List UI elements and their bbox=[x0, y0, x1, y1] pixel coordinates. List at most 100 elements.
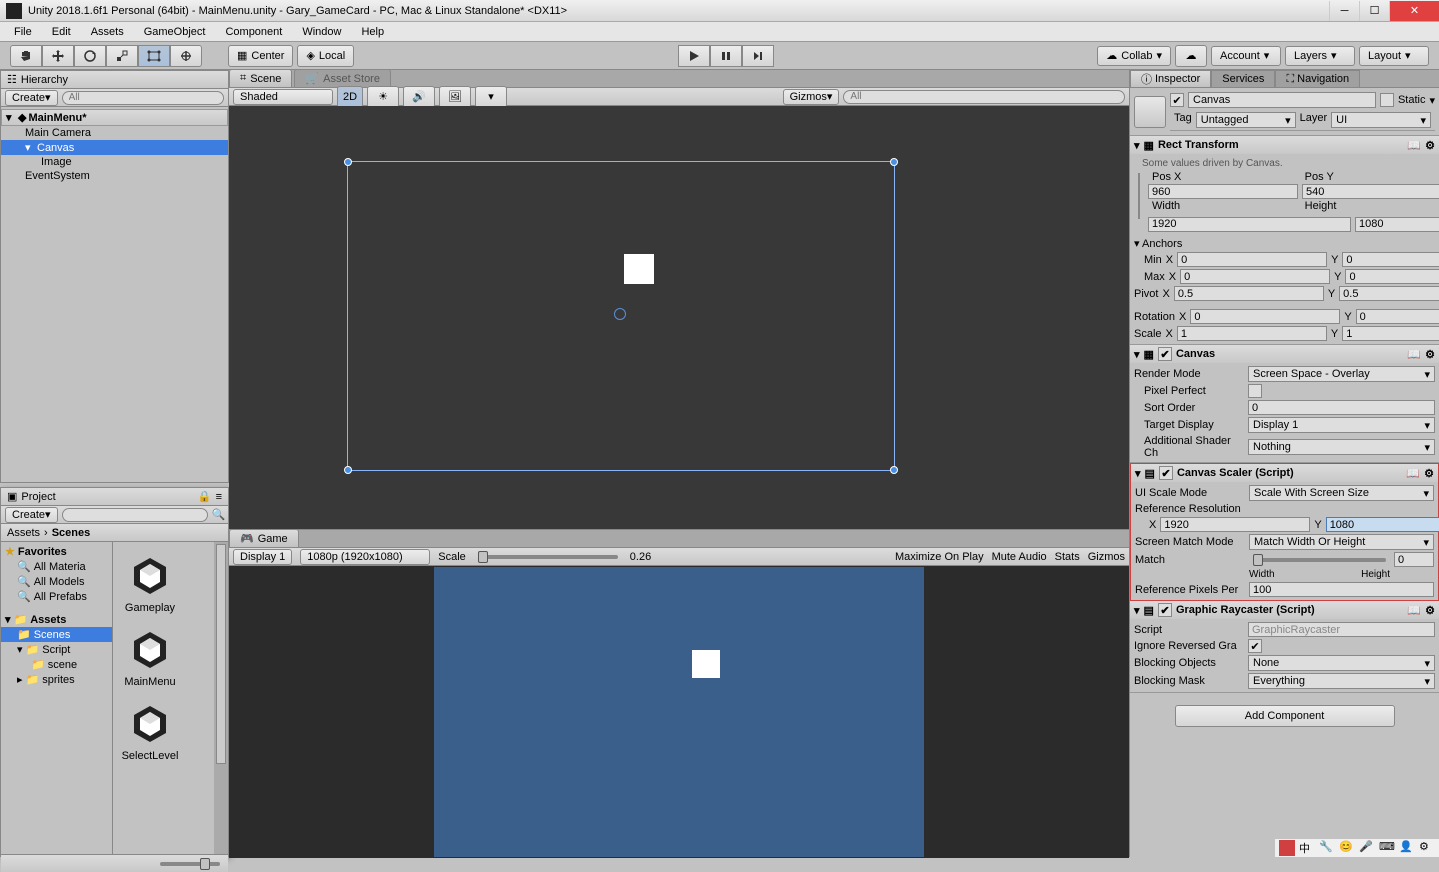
resolution-dropdown[interactable]: 1080p (1920x1080) bbox=[300, 549, 430, 565]
slider-thumb[interactable] bbox=[200, 858, 210, 870]
tray-icon[interactable]: 👤 bbox=[1399, 840, 1415, 856]
shader-channels-dropdown[interactable]: Nothing▾ bbox=[1248, 439, 1435, 455]
minimize-button[interactable]: ─ bbox=[1329, 1, 1359, 21]
gear-icon[interactable]: ⚙ bbox=[1425, 348, 1435, 361]
scene-root[interactable]: ▾◆MainMenu* bbox=[1, 109, 228, 126]
component-header[interactable]: ▾▤✔Canvas Scaler (Script)📖⚙ bbox=[1131, 464, 1438, 482]
mute-toggle[interactable]: Mute Audio bbox=[992, 551, 1047, 563]
display-dropdown[interactable]: Display 1 bbox=[233, 549, 292, 565]
hierarchy-tab[interactable]: ☷Hierarchy bbox=[1, 71, 228, 89]
collab-dropdown[interactable]: ☁Collab▾ bbox=[1097, 46, 1171, 66]
resize-handle[interactable] bbox=[344, 466, 352, 474]
scaley-input[interactable] bbox=[1342, 326, 1439, 341]
fav-models[interactable]: 🔍All Models bbox=[1, 574, 112, 589]
account-dropdown[interactable]: Account▾ bbox=[1211, 46, 1281, 66]
slider-thumb[interactable] bbox=[478, 551, 488, 563]
gizmos-dropdown[interactable]: Gizmos ▾ bbox=[783, 89, 840, 105]
pause-button[interactable] bbox=[710, 45, 742, 67]
menu-gameobject[interactable]: GameObject bbox=[134, 24, 216, 40]
scene-search-input[interactable] bbox=[843, 90, 1125, 104]
mode-2d-button[interactable]: 2D bbox=[337, 86, 363, 108]
pivotx-input[interactable] bbox=[1174, 286, 1324, 301]
rotate-tool-button[interactable] bbox=[74, 45, 106, 67]
services-tab[interactable]: Services bbox=[1211, 70, 1275, 87]
tray-icon[interactable]: 😊 bbox=[1339, 840, 1355, 856]
ref-x-input[interactable] bbox=[1160, 517, 1310, 532]
anchor-minx-input[interactable] bbox=[1177, 252, 1327, 267]
resize-handle[interactable] bbox=[890, 466, 898, 474]
rect-tool-button[interactable] bbox=[138, 45, 170, 67]
active-checkbox[interactable]: ✔ bbox=[1170, 93, 1184, 107]
roty-input[interactable] bbox=[1356, 309, 1439, 324]
scale-tool-button[interactable] bbox=[106, 45, 138, 67]
help-icon[interactable]: 📖 bbox=[1407, 139, 1421, 152]
component-header[interactable]: ▾▤✔Graphic Raycaster (Script)📖⚙ bbox=[1130, 601, 1439, 619]
tray-icon[interactable]: ⚙ bbox=[1419, 840, 1435, 856]
hierarchy-item-camera[interactable]: Main Camera bbox=[1, 126, 228, 140]
transform-tool-button[interactable] bbox=[170, 45, 202, 67]
hierarchy-item-eventsystem[interactable]: EventSystem bbox=[1, 169, 228, 183]
match-value-input[interactable] bbox=[1394, 552, 1434, 567]
anchor-maxy-input[interactable] bbox=[1345, 269, 1439, 284]
pivot-local-button[interactable]: ◈Local bbox=[297, 45, 354, 67]
hierarchy-item-canvas[interactable]: ▾Canvas bbox=[1, 140, 228, 155]
menu-window[interactable]: Window bbox=[292, 24, 351, 40]
blocking-obj-dropdown[interactable]: None▾ bbox=[1248, 655, 1435, 671]
folder-scene[interactable]: 📁scene bbox=[1, 657, 112, 672]
menu-help[interactable]: Help bbox=[351, 24, 394, 40]
image-object[interactable] bbox=[624, 254, 654, 284]
folder-sprites[interactable]: ▸📁sprites bbox=[1, 672, 112, 687]
lighting-button[interactable]: ☀ bbox=[367, 86, 399, 108]
enable-checkbox[interactable]: ✔ bbox=[1159, 466, 1173, 480]
layers-dropdown[interactable]: Layers▾ bbox=[1285, 46, 1355, 66]
folder-script[interactable]: ▾📁Script bbox=[1, 642, 112, 657]
static-checkbox[interactable] bbox=[1380, 93, 1394, 107]
help-icon[interactable]: 📖 bbox=[1406, 467, 1420, 480]
layer-dropdown[interactable]: UI▾ bbox=[1331, 112, 1431, 128]
anchor-miny-input[interactable] bbox=[1342, 252, 1439, 267]
context-menu-icon[interactable]: ≡ bbox=[216, 491, 222, 503]
posx-input[interactable] bbox=[1148, 184, 1298, 199]
height-input[interactable] bbox=[1355, 217, 1439, 232]
enable-checkbox[interactable]: ✔ bbox=[1158, 347, 1172, 361]
sort-order-input[interactable] bbox=[1248, 400, 1435, 415]
ref-px-input[interactable] bbox=[1249, 582, 1434, 597]
hand-tool-button[interactable] bbox=[10, 45, 42, 67]
gear-icon[interactable]: ⚙ bbox=[1425, 604, 1435, 617]
pivoty-input[interactable] bbox=[1339, 286, 1439, 301]
layout-dropdown[interactable]: Layout▾ bbox=[1359, 46, 1429, 66]
asset-store-tab[interactable]: 🛒Asset Store bbox=[294, 69, 391, 87]
hierarchy-search-input[interactable] bbox=[62, 91, 224, 105]
asset-gameplay[interactable]: Gameplay bbox=[121, 552, 179, 614]
ref-y-input[interactable] bbox=[1326, 517, 1439, 532]
scale-mode-dropdown[interactable]: Scale With Screen Size▾ bbox=[1249, 485, 1434, 501]
lock-icon[interactable]: 🔒 bbox=[198, 490, 212, 503]
folder-scenes[interactable]: 📁Scenes bbox=[1, 627, 112, 642]
cloud-button[interactable]: ☁ bbox=[1175, 45, 1207, 67]
slider-track[interactable] bbox=[160, 862, 220, 866]
render-mode-dropdown[interactable]: Screen Space - Overlay▾ bbox=[1248, 366, 1435, 382]
scrollbar[interactable] bbox=[214, 542, 228, 854]
asset-selectlevel[interactable]: SelectLevel bbox=[121, 700, 179, 762]
resize-handle[interactable] bbox=[344, 158, 352, 166]
scrollbar-thumb[interactable] bbox=[216, 544, 226, 764]
help-icon[interactable]: 📖 bbox=[1407, 604, 1421, 617]
resize-handle[interactable] bbox=[890, 158, 898, 166]
gear-icon[interactable]: ⚙ bbox=[1424, 467, 1434, 480]
favorites-header[interactable]: ★Favorites bbox=[1, 544, 112, 559]
fx-button[interactable]: 🖼 bbox=[439, 86, 471, 108]
scale-slider[interactable] bbox=[478, 555, 618, 559]
help-icon[interactable]: 📖 bbox=[1407, 348, 1421, 361]
play-button[interactable] bbox=[678, 45, 710, 67]
menu-edit[interactable]: Edit bbox=[42, 24, 81, 40]
hierarchy-item-image[interactable]: Image bbox=[1, 155, 228, 169]
gameobject-name-input[interactable] bbox=[1188, 92, 1376, 108]
pixel-perfect-checkbox[interactable] bbox=[1248, 384, 1262, 398]
width-input[interactable] bbox=[1148, 217, 1351, 232]
project-create-dropdown[interactable]: Create ▾ bbox=[5, 507, 58, 523]
fav-prefabs[interactable]: 🔍All Prefabs bbox=[1, 589, 112, 604]
anchor-presets-button[interactable] bbox=[1138, 173, 1140, 219]
posy-input[interactable] bbox=[1302, 184, 1439, 199]
gizmos-toggle[interactable]: Gizmos bbox=[1088, 551, 1125, 563]
tag-dropdown[interactable]: Untagged▾ bbox=[1196, 112, 1296, 128]
